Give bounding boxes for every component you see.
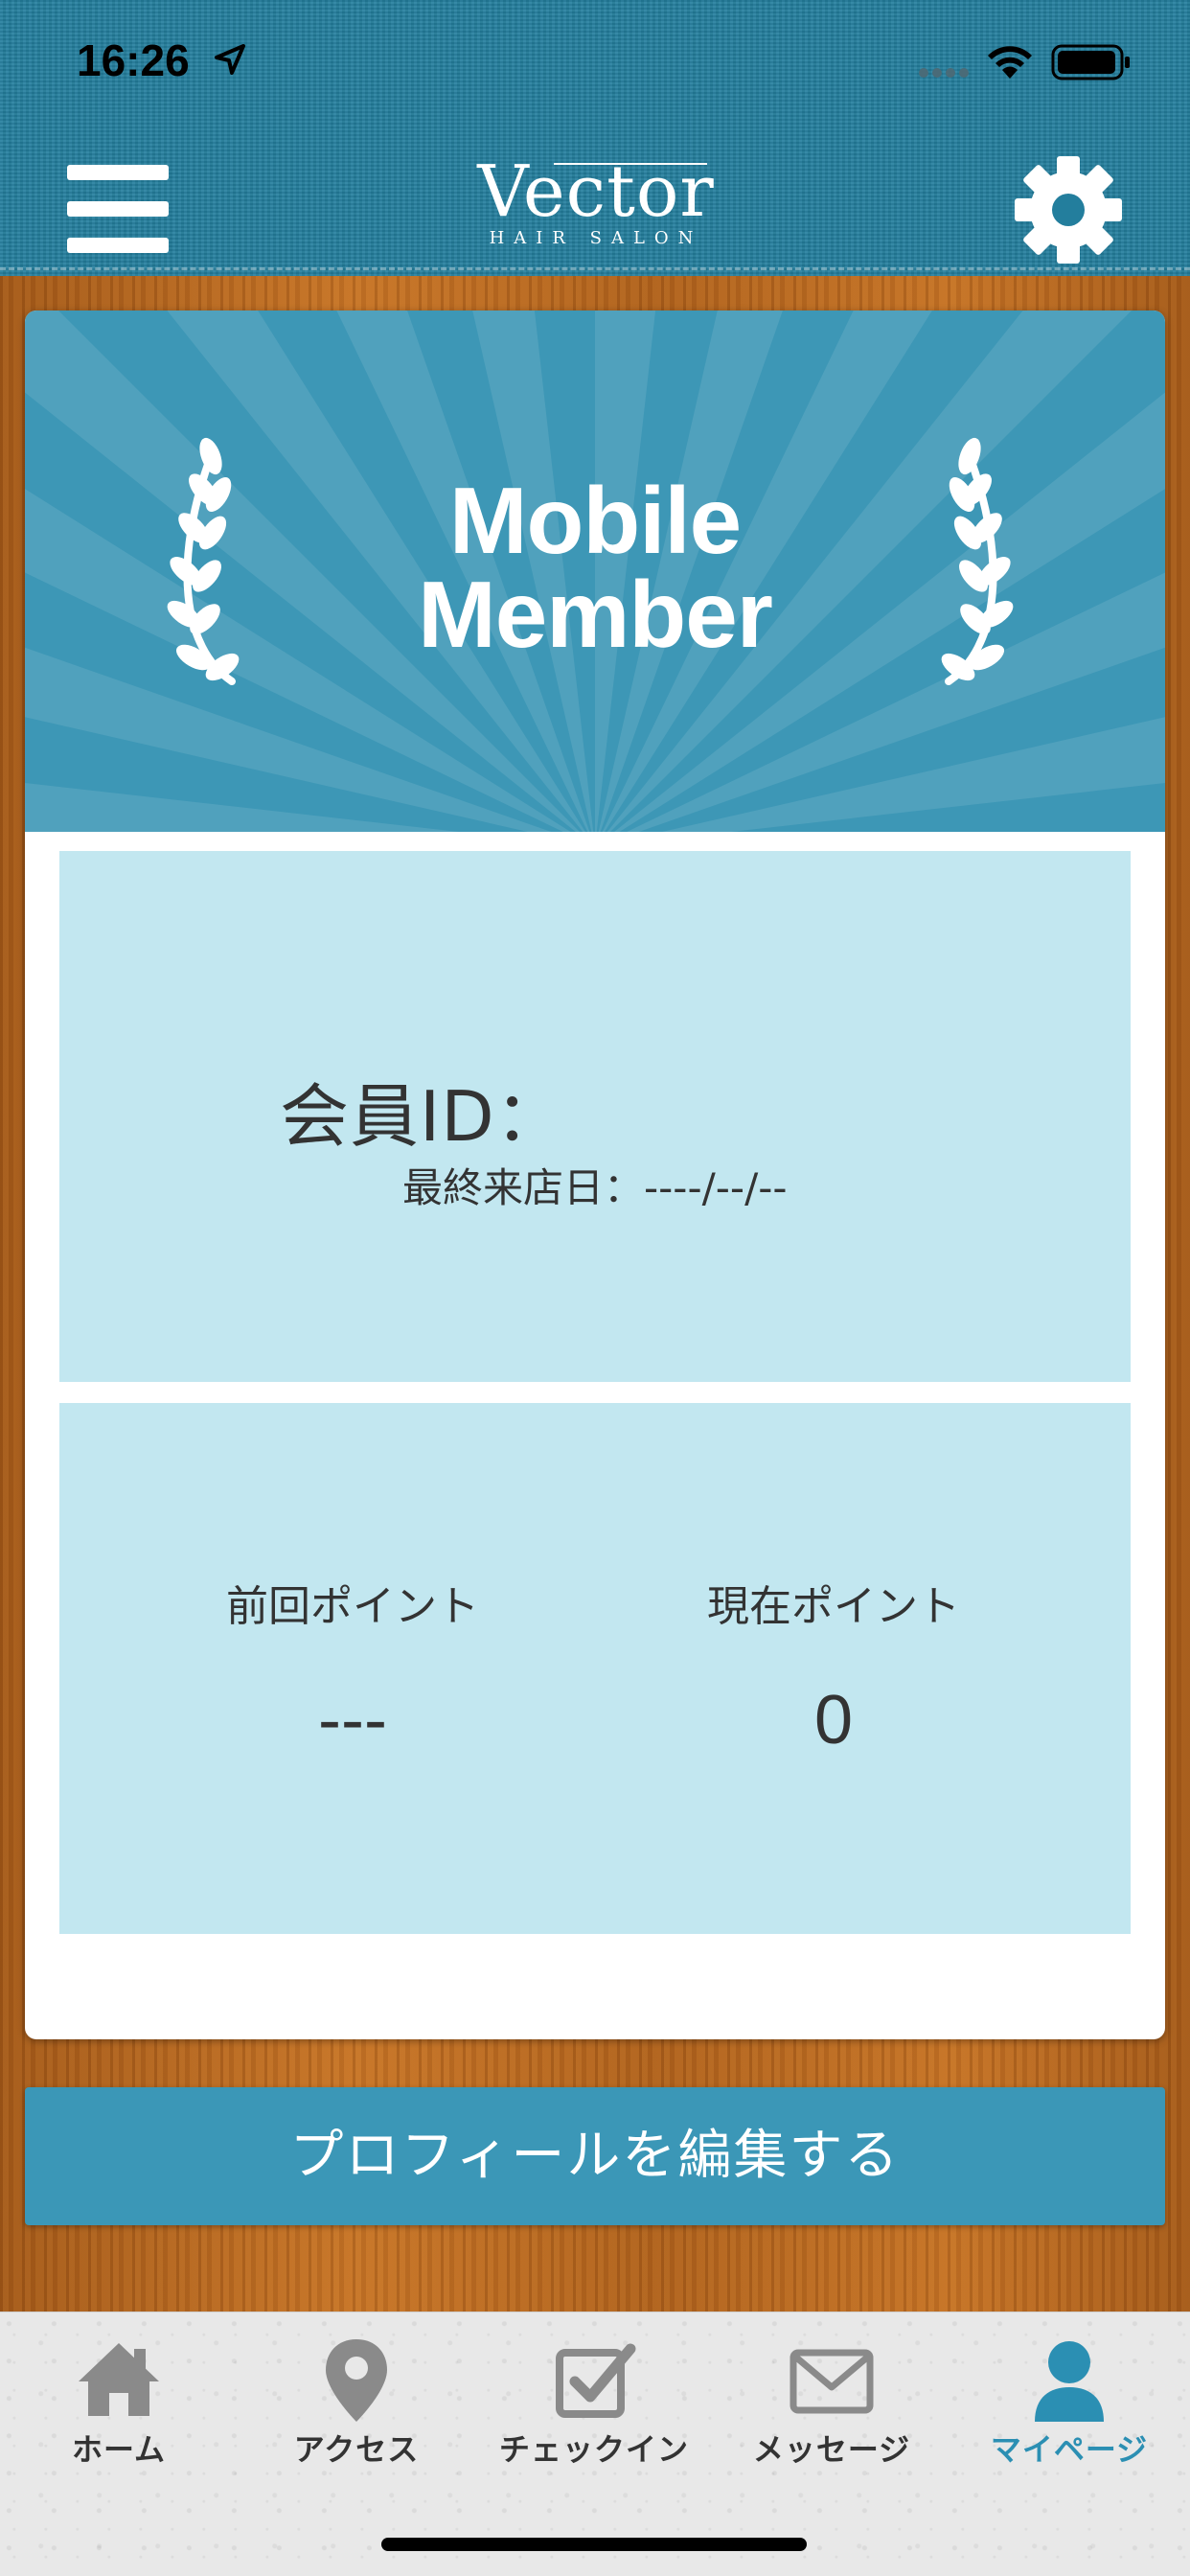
tab-message[interactable]: メッセージ — [713, 2312, 950, 2495]
menu-button[interactable] — [63, 161, 172, 257]
points-panel: 前回ポイント --- 現在ポイント 0 — [59, 1403, 1131, 1934]
status-bar: 16:26 — [0, 0, 1190, 125]
battery-icon — [1051, 44, 1130, 80]
logo-main-text: Vector — [477, 150, 715, 233]
laurel-right-icon — [941, 437, 1014, 685]
tab-message-label: メッセージ — [752, 2431, 911, 2468]
header: 16:26 Vector HAIR SALON — [0, 0, 1190, 276]
member-card: Mobile Member 会員ID： 最終来店日：----/--/-- 前回ポ… — [25, 310, 1165, 2039]
tab-mypage-label: マイページ — [990, 2431, 1149, 2468]
tab-mypage[interactable]: マイページ — [950, 2312, 1188, 2495]
current-points: 現在ポイント 0 — [632, 1572, 1035, 1760]
edit-profile-button[interactable]: プロフィールを編集する — [25, 2087, 1165, 2225]
tab-bar: ホーム アクセス チェックイン メッセージ マイページ — [0, 2312, 1190, 2576]
map-pin-icon — [326, 2339, 387, 2422]
laurel-leaf — [958, 437, 981, 475]
settings-button[interactable] — [1012, 153, 1125, 266]
envelope-icon — [790, 2349, 874, 2414]
checkbox-icon — [556, 2343, 636, 2418]
logo-sub-text: HAIR SALON — [489, 228, 703, 248]
tab-home[interactable]: ホーム — [0, 2312, 238, 2495]
last-visit-date: 最終来店日：----/--/-- — [402, 1164, 788, 1211]
status-time: 16:26 — [77, 35, 190, 85]
current-points-label: 現在ポイント — [707, 1582, 960, 1631]
previous-points-label: 前回ポイント — [226, 1582, 479, 1631]
cellular-signal-icon — [919, 68, 969, 78]
previous-points: 前回ポイント --- — [151, 1572, 554, 1760]
member-id-label: 会員ID： — [280, 1076, 565, 1157]
mobile-member-banner: Mobile Member — [25, 310, 1165, 832]
laurel-leaf — [199, 437, 222, 475]
home-indicator — [381, 2538, 807, 2551]
previous-points-value: --- — [318, 1682, 387, 1759]
tab-access[interactable]: アクセス — [238, 2312, 475, 2495]
hamburger-icon — [67, 165, 169, 253]
user-icon — [1035, 2341, 1104, 2422]
member-info-panel: 会員ID： 最終来店日：----/--/-- — [59, 851, 1131, 1382]
tab-checkin[interactable]: チェックイン — [475, 2312, 713, 2495]
salon-logo: Vector HAIR SALON — [464, 153, 728, 259]
wifi-icon — [988, 46, 1032, 79]
gear-icon — [1015, 156, 1122, 264]
tab-home-label: ホーム — [71, 2431, 167, 2468]
tab-checkin-label: チェックイン — [498, 2431, 689, 2468]
tab-access-label: アクセス — [293, 2431, 420, 2468]
location-arrow-icon — [215, 44, 245, 75]
current-points-value: 0 — [813, 1682, 854, 1759]
home-icon — [79, 2343, 159, 2416]
logo-rule — [554, 163, 707, 165]
